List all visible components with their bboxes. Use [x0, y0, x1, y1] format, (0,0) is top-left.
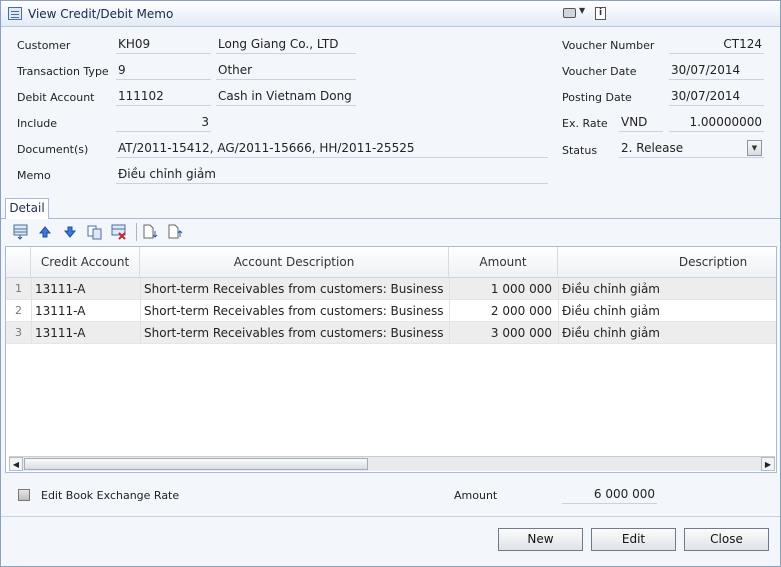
scrollbar-thumb[interactable] — [24, 458, 368, 470]
column-divider — [558, 278, 559, 344]
documents-field[interactable]: AT/2011-15412, AG/2011-15666, HH/2011-25… — [116, 140, 548, 158]
edit-button[interactable]: Edit — [591, 528, 676, 551]
status-select[interactable]: 2. Release — [619, 140, 764, 158]
move-down-icon[interactable] — [62, 224, 78, 240]
table-row[interactable]: 2 13111-A Short-term Receivables from cu… — [6, 300, 776, 322]
divider — [1, 516, 780, 517]
delete-row-icon[interactable] — [111, 224, 127, 240]
column-header-account-description[interactable]: Account Description — [140, 247, 449, 278]
print-dropdown-icon[interactable]: ▼ — [579, 6, 585, 15]
tab-bar: Detail — [1, 197, 780, 219]
print-icon[interactable] — [563, 8, 576, 18]
scroll-left-icon[interactable]: ◀ — [9, 457, 23, 471]
export-icon[interactable] — [167, 224, 183, 240]
include-field[interactable]: 3 — [116, 114, 211, 132]
grid-toolbar — [5, 220, 779, 245]
copy-row-icon[interactable] — [87, 224, 103, 240]
transaction-type-label: Transaction Type — [17, 65, 109, 78]
toolbar-separator — [136, 223, 137, 241]
import-icon[interactable] — [142, 224, 158, 240]
debit-account-code-field[interactable]: 111102 — [116, 88, 211, 106]
posting-date-label: Posting Date — [562, 91, 632, 104]
debit-account-name-field[interactable]: Cash in Vietnam Dong — [216, 88, 356, 106]
ex-rate-label: Ex. Rate — [562, 117, 608, 130]
table-row[interactable]: 3 13111-A Short-term Receivables from cu… — [6, 322, 776, 344]
row-number: 2 — [15, 304, 22, 317]
move-up-icon[interactable] — [37, 224, 53, 240]
row-number: 3 — [15, 326, 22, 339]
edit-book-exchange-rate-label: Edit Book Exchange Rate — [41, 489, 180, 502]
credit-account-cell[interactable]: 13111-A — [35, 300, 139, 322]
column-divider — [140, 278, 141, 344]
account-description-cell[interactable]: Short-term Receivables from customers: B… — [144, 300, 448, 322]
description-cell[interactable]: Điều chỉnh giảm — [562, 278, 776, 300]
column-header-description[interactable]: Description — [558, 247, 781, 278]
customer-label: Customer — [17, 39, 71, 52]
voucher-number-label: Voucher Number — [562, 39, 655, 52]
scroll-right-icon[interactable]: ▶ — [761, 457, 775, 471]
info-icon[interactable]: i — [595, 7, 606, 20]
close-button[interactable]: Close — [684, 528, 769, 551]
transaction-type-name-field[interactable]: Other — [216, 62, 356, 80]
amount-cell[interactable]: 2 000 000 — [449, 300, 558, 322]
row-number: 1 — [15, 282, 22, 295]
total-amount-value: 6 000 000 — [562, 486, 657, 504]
voucher-date-label: Voucher Date — [562, 65, 637, 78]
column-header-credit-account[interactable]: Credit Account — [31, 247, 140, 278]
new-button[interactable]: New — [498, 528, 583, 551]
column-divider — [31, 278, 32, 344]
ex-rate-field[interactable]: 1.00000000 — [669, 114, 764, 132]
tab-detail[interactable]: Detail — [5, 198, 49, 219]
credit-account-cell[interactable]: 13111-A — [35, 278, 139, 300]
grid-header: Credit Account Account Description Amoun… — [6, 247, 776, 278]
form-icon — [8, 7, 22, 20]
title-bar: View Credit/Debit Memo ▼ i — [1, 1, 780, 27]
currency-field[interactable]: VND — [619, 114, 663, 132]
footer-area: Edit Book Exchange Rate Amount 6 000 000… — [1, 474, 780, 566]
amount-cell[interactable]: 3 000 000 — [449, 322, 558, 344]
memo-field[interactable]: Điều chỉnh giảm — [116, 166, 548, 184]
account-description-cell[interactable]: Short-term Receivables from customers: B… — [144, 322, 448, 344]
credit-account-cell[interactable]: 13111-A — [35, 322, 139, 344]
column-header-rownum — [6, 247, 31, 278]
posting-date-field[interactable]: 30/07/2014 — [669, 88, 764, 106]
column-divider — [449, 278, 450, 344]
amount-cell[interactable]: 1 000 000 — [449, 278, 558, 300]
insert-row-icon[interactable] — [13, 224, 29, 240]
documents-label: Document(s) — [17, 143, 89, 156]
customer-code-field[interactable]: KH09 — [116, 36, 211, 54]
status-label: Status — [562, 144, 598, 157]
voucher-date-field[interactable]: 30/07/2014 — [669, 62, 764, 80]
debit-account-label: Debit Account — [17, 91, 95, 104]
column-header-amount[interactable]: Amount — [449, 247, 558, 278]
transaction-type-code-field[interactable]: 9 — [116, 62, 211, 80]
description-cell[interactable]: Điều chỉnh giảm — [562, 300, 776, 322]
edit-book-exchange-rate-checkbox[interactable] — [18, 489, 30, 501]
memo-form: Customer KH09 Long Giang Co., LTD Transa… — [1, 28, 780, 196]
total-amount-label: Amount — [454, 489, 498, 502]
include-label: Include — [17, 117, 58, 130]
customer-name-field[interactable]: Long Giang Co., LTD — [216, 36, 356, 54]
window-title: View Credit/Debit Memo — [28, 7, 174, 21]
chevron-down-icon[interactable]: ▼ — [747, 140, 762, 156]
table-row[interactable]: 1 13111-A Short-term Receivables from cu… — [6, 278, 776, 300]
voucher-number-field[interactable]: CT124 — [669, 36, 764, 54]
memo-label: Memo — [17, 169, 51, 182]
account-description-cell[interactable]: Short-term Receivables from customers: B… — [144, 278, 448, 300]
detail-grid: Credit Account Account Description Amoun… — [5, 246, 777, 473]
horizontal-scrollbar[interactable]: ◀ ▶ — [9, 456, 775, 471]
description-cell[interactable]: Điều chỉnh giảm — [562, 322, 776, 344]
credit-debit-memo-window: View Credit/Debit Memo ▼ i Customer KH09… — [0, 0, 781, 567]
